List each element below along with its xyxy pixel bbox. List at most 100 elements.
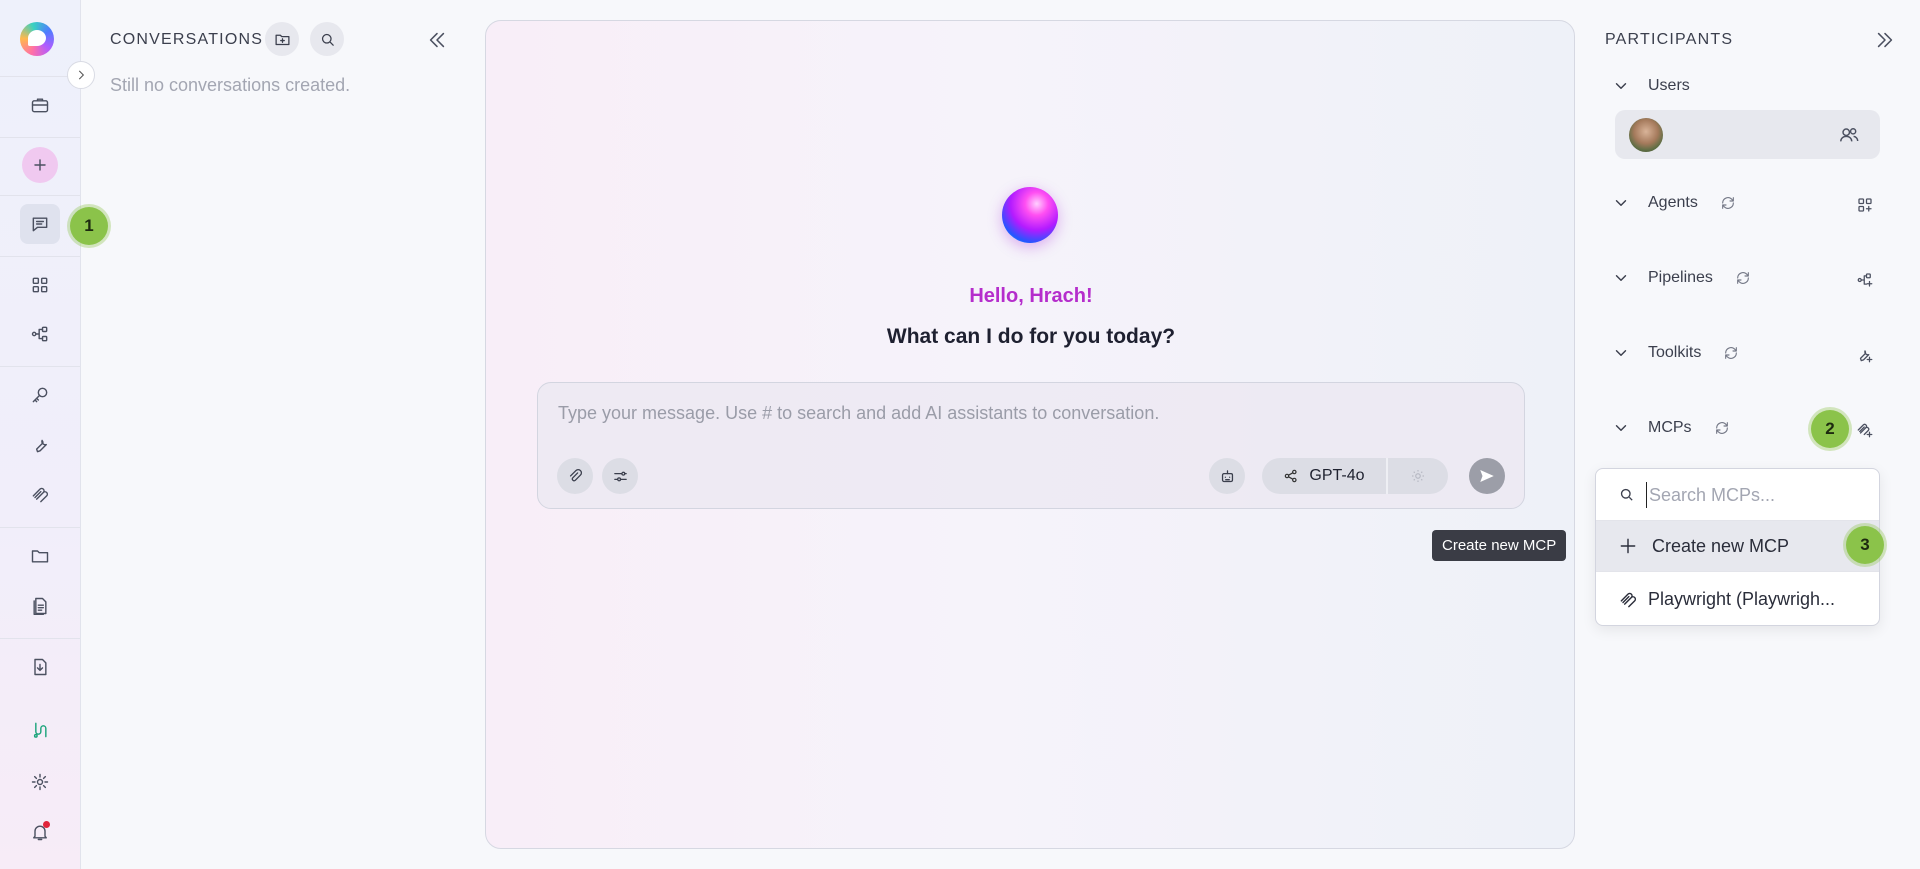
pipelines-section-header[interactable]: Pipelines	[1612, 269, 1751, 287]
send-button[interactable]	[1469, 458, 1505, 494]
key-icon[interactable]	[20, 375, 60, 415]
greeting-subtitle: What can I do for you today?	[886, 325, 1176, 348]
step-badge-3: 3	[1846, 526, 1884, 564]
create-new-mcp-label: Create new MCP	[1652, 535, 1790, 556]
mcps-section-header[interactable]: MCPs	[1612, 419, 1730, 437]
wrench-add-icon	[1859, 350, 1873, 363]
chat-area: Hello, Hrach! What can I do for you toda…	[485, 20, 1575, 849]
users-section-label: Users	[1648, 77, 1690, 94]
add-toolkit-button[interactable]	[1850, 340, 1880, 370]
double-chevron-left-icon	[429, 32, 445, 48]
message-composer[interactable]: Type your message. Use # to search and a…	[537, 382, 1525, 509]
users-section-header[interactable]: Users	[1612, 77, 1690, 95]
apps-grid-icon[interactable]	[20, 265, 60, 305]
icon-rail	[0, 0, 81, 869]
apps-add-icon	[1858, 198, 1872, 212]
app-logo[interactable]	[20, 22, 54, 56]
mcps-section-label: MCPs	[1648, 419, 1692, 436]
step-badge-1: 1	[70, 207, 108, 245]
briefcase-icon[interactable]	[20, 85, 60, 125]
assistant-orb	[1002, 187, 1058, 243]
mcp-option-label: Playwright (Playwrigh...	[1648, 589, 1836, 609]
share-icon	[1285, 469, 1298, 483]
chevron-down-icon	[1615, 200, 1627, 206]
empty-conversations-text: Still no conversations created.	[110, 75, 351, 95]
integration-icon[interactable]	[20, 710, 60, 750]
pipeline-add-icon	[1857, 273, 1873, 287]
chevron-down-icon	[1615, 275, 1627, 281]
chevron-down-icon	[1615, 83, 1627, 89]
users-group-icon[interactable]	[1838, 124, 1860, 146]
documents-icon[interactable]	[20, 586, 60, 626]
chevron-down-icon	[1615, 350, 1627, 356]
pipeline-icon[interactable]	[20, 314, 60, 354]
mcp-dropdown: Create new MCP Playwright (Playwrigh...	[1595, 468, 1880, 626]
robot-icon	[1221, 469, 1233, 482]
mcp-search	[1596, 469, 1879, 520]
rail-divider	[0, 137, 81, 138]
create-new-mcp-option[interactable]: Create new MCP	[1596, 520, 1879, 571]
mcp-icon[interactable]	[20, 475, 60, 515]
rail-divider	[0, 366, 81, 367]
paperclip-icon	[569, 468, 582, 481]
greeting: Hello, Hrach!	[969, 285, 1093, 307]
conversations-panel: CONVERSATIONS Still no conversations cre…	[82, 0, 462, 869]
step-badge-2: 2	[1811, 410, 1849, 448]
agents-section-label: Agents	[1648, 194, 1698, 211]
plus-icon	[1620, 538, 1636, 554]
avatar	[1629, 118, 1663, 152]
assistant-button[interactable]	[1209, 458, 1245, 494]
participants-title: PARTICIPANTS	[1605, 31, 1734, 48]
settings-icon[interactable]	[20, 762, 60, 802]
rail-divider	[0, 195, 81, 196]
pipelines-section-label: Pipelines	[1648, 269, 1713, 286]
add-pipeline-button[interactable]	[1850, 265, 1880, 295]
agents-section-header[interactable]: Agents	[1612, 194, 1736, 212]
message-input-placeholder[interactable]: Type your message. Use # to search and a…	[558, 403, 1159, 424]
model-select[interactable]: GPT-4o	[1262, 458, 1388, 494]
model-name: GPT-4o	[1309, 467, 1365, 484]
download-doc-icon[interactable]	[20, 647, 60, 687]
rail-divider	[0, 638, 81, 639]
conversations-title: CONVERSATIONS	[110, 31, 264, 48]
new-folder-button[interactable]	[265, 22, 299, 56]
add-mcp-button[interactable]	[1850, 415, 1880, 445]
search-icon	[321, 33, 334, 46]
collapse-participants-button[interactable]	[1870, 25, 1900, 55]
mcp-option[interactable]: Playwright (Playwrigh...	[1596, 571, 1879, 625]
refresh-icon[interactable]	[1720, 195, 1736, 211]
toolkits-section-header[interactable]: Toolkits	[1612, 344, 1739, 362]
bell-icon[interactable]	[20, 812, 60, 852]
search-icon	[1620, 488, 1633, 501]
rail-divider	[0, 256, 81, 257]
search-conversations-button[interactable]	[310, 22, 344, 56]
expand-sidebar-button[interactable]	[67, 61, 95, 89]
collapse-conversations-button[interactable]	[422, 25, 452, 55]
refresh-icon[interactable]	[1735, 270, 1751, 286]
model-selector[interactable]: GPT-4o	[1262, 458, 1448, 494]
refresh-icon[interactable]	[1723, 345, 1739, 361]
chevron-down-icon	[1615, 425, 1627, 431]
wrench-icon[interactable]	[20, 425, 60, 465]
folder-plus-icon	[274, 34, 290, 45]
add-icon[interactable]	[22, 147, 58, 183]
add-agent-button[interactable]	[1850, 190, 1880, 220]
settings-sliders-button[interactable]	[602, 458, 638, 494]
model-settings-button[interactable]	[1388, 458, 1448, 494]
chevron-right-icon	[78, 70, 85, 80]
notification-dot	[43, 821, 50, 828]
mcp-search-input[interactable]	[1646, 482, 1856, 508]
double-chevron-right-icon	[1877, 32, 1893, 48]
user-participant-card[interactable]	[1615, 110, 1880, 159]
mcp-add-icon	[1857, 423, 1873, 438]
chat-icon[interactable]	[20, 204, 60, 244]
attach-button[interactable]	[557, 458, 593, 494]
folder-icon[interactable]	[20, 536, 60, 576]
gear-icon	[1412, 470, 1424, 482]
sliders-icon	[613, 471, 627, 481]
participants-panel: PARTICIPANTS Users Agents Pipelines Tool…	[1590, 0, 1920, 869]
mcp-icon	[1620, 592, 1636, 607]
send-icon	[1480, 470, 1494, 482]
refresh-icon[interactable]	[1714, 420, 1730, 436]
rail-divider	[0, 527, 81, 528]
